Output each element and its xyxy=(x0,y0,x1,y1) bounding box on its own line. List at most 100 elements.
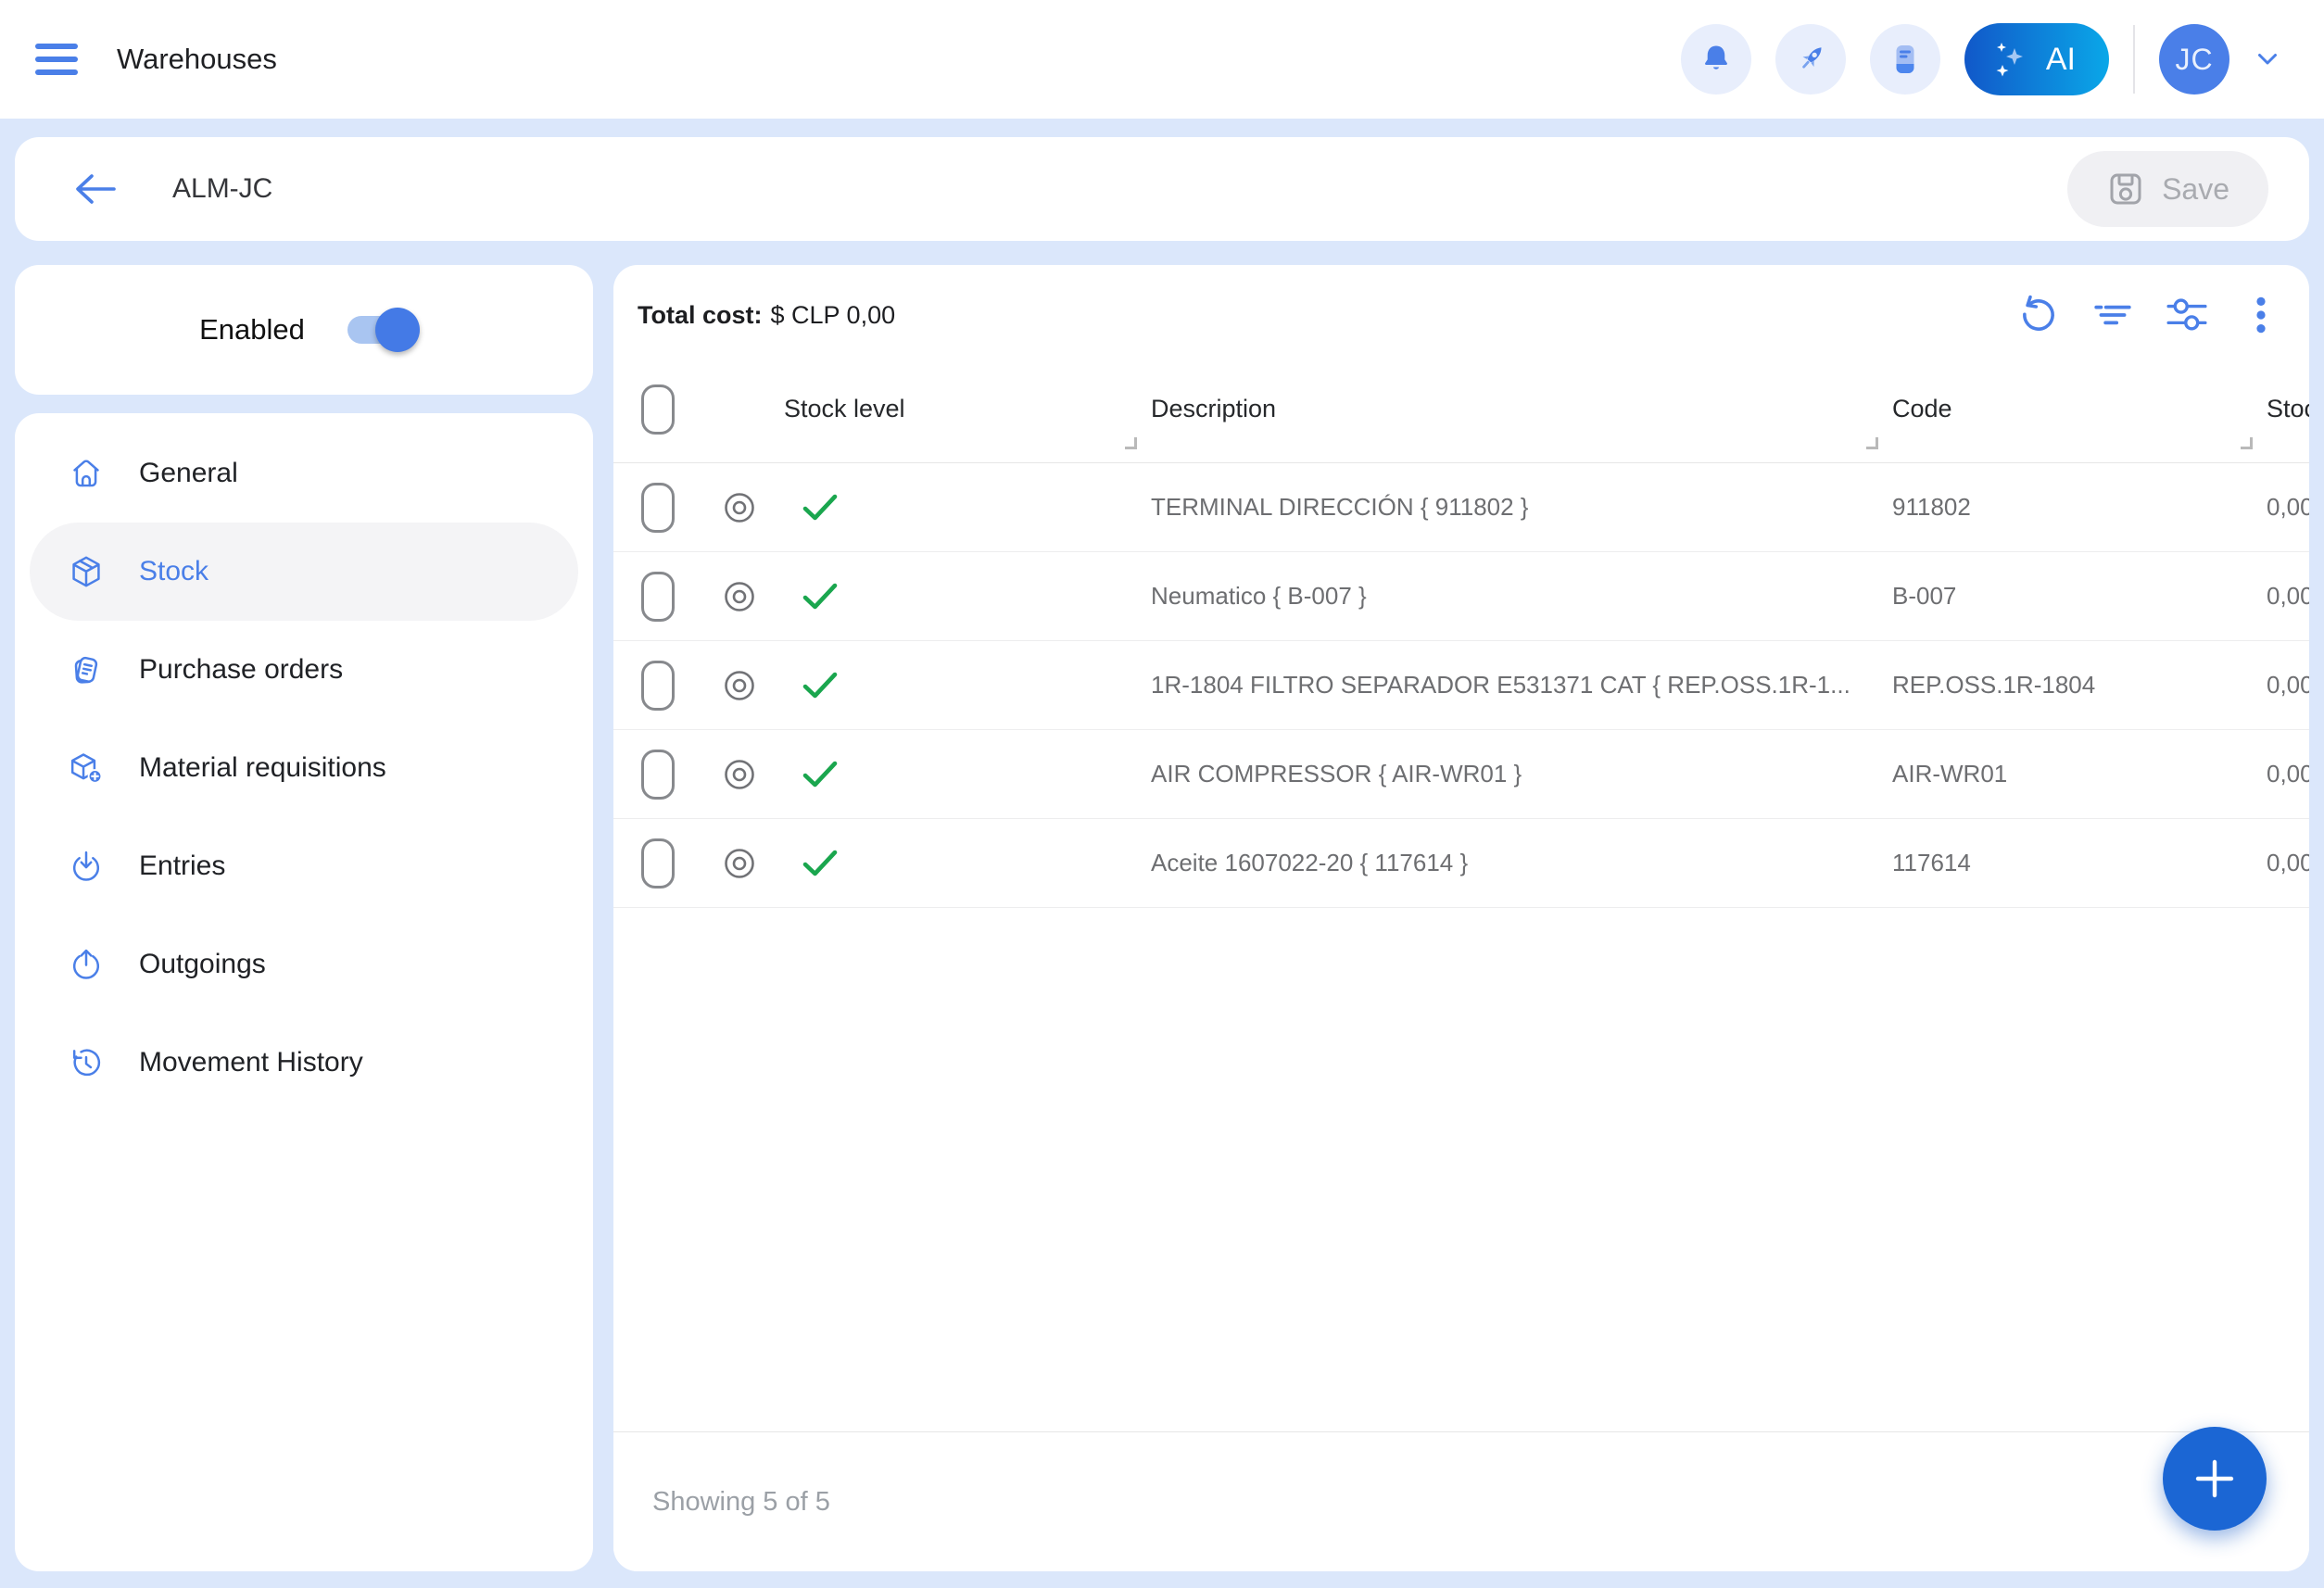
stock-panel: Total cost:$ CLP 0,00 xyxy=(613,265,2309,1571)
row-count: Showing 5 of 5 xyxy=(652,1487,830,1518)
cell-code: AIR-WR01 xyxy=(1892,730,2267,818)
table-row[interactable]: Neumatico { B-007 } B-007 0,00 xyxy=(613,552,2309,641)
save-button[interactable]: Save xyxy=(2067,151,2268,227)
stock-level-ok-icon xyxy=(802,583,838,611)
chevron-down-icon xyxy=(2257,53,2278,66)
cell-description: Neumatico { B-007 } xyxy=(1151,552,1892,640)
save-button-label: Save xyxy=(2162,172,2229,207)
receipt-icon xyxy=(69,652,104,687)
bell-icon xyxy=(1698,41,1735,78)
row-checkbox[interactable] xyxy=(641,661,675,711)
app-title: Warehouses xyxy=(117,43,277,76)
table-header: Stock level Description Code Stock xyxy=(613,356,2309,463)
stock-level-ok-icon xyxy=(802,761,838,788)
sidebar-item-label: Stock xyxy=(139,556,208,587)
column-resize-handle[interactable] xyxy=(2241,437,2253,449)
header-eye-cell xyxy=(706,356,780,462)
column-header-stock-level[interactable]: Stock level xyxy=(780,356,1151,462)
view-icon[interactable] xyxy=(719,665,760,706)
column-resize-handle[interactable] xyxy=(1866,437,1878,449)
view-icon[interactable] xyxy=(719,843,760,884)
arrow-left-icon xyxy=(72,171,119,207)
cell-code: 117614 xyxy=(1892,819,2267,907)
ai-button-label: AI xyxy=(2046,42,2076,78)
menu-icon[interactable] xyxy=(35,44,78,75)
sidebar-item-label: General xyxy=(139,458,238,489)
notebook-icon xyxy=(1885,39,1926,80)
filter-icon xyxy=(2091,294,2134,336)
cell-description: TERMINAL DIRECCIÓN { 911802 } xyxy=(1151,463,1892,551)
ai-assistant-button[interactable]: AI xyxy=(1964,23,2109,95)
sidebar-item-label: Movement History xyxy=(139,1047,363,1078)
cell-stock: 0,00 xyxy=(2267,463,2309,551)
filter-button[interactable] xyxy=(2090,293,2135,337)
page-title: ALM-JC xyxy=(172,173,272,205)
sidebar-item-label: Material requisitions xyxy=(139,752,386,784)
enabled-label: Enabled xyxy=(199,313,305,347)
add-item-button[interactable] xyxy=(2163,1427,2267,1531)
column-header-code[interactable]: Code xyxy=(1892,356,2267,462)
refresh-icon xyxy=(2017,294,2060,336)
select-all-checkbox[interactable] xyxy=(641,384,675,435)
import-icon xyxy=(69,849,104,884)
column-header-description[interactable]: Description xyxy=(1151,356,1892,462)
total-cost: Total cost:$ CLP 0,00 xyxy=(638,301,895,330)
back-button[interactable] xyxy=(72,171,119,207)
plus-icon xyxy=(2191,1455,2239,1503)
stock-toolbar: Total cost:$ CLP 0,00 xyxy=(613,265,2309,356)
cell-code: REP.OSS.1R-1804 xyxy=(1892,641,2267,729)
table-row[interactable]: 1R-1804 FILTRO SEPARADOR E531371 CAT { R… xyxy=(613,641,2309,730)
header-select-cell xyxy=(613,356,706,462)
cell-stock: 0,00 xyxy=(2267,730,2309,818)
view-icon[interactable] xyxy=(719,754,760,795)
sidebar-item-outgoings[interactable]: Outgoings xyxy=(15,915,593,1014)
rocket-icon xyxy=(1791,40,1830,79)
cell-stock: 0,00 xyxy=(2267,819,2309,907)
avatar[interactable]: JC xyxy=(2159,24,2229,95)
table-footer: Showing 5 of 5 xyxy=(613,1431,2309,1571)
sidebar-item-entries[interactable]: Entries xyxy=(15,817,593,915)
cell-code: B-007 xyxy=(1892,552,2267,640)
account-menu-button[interactable] xyxy=(2248,44,2287,75)
table-row[interactable]: Aceite 1607022-20 { 117614 } 117614 0,00 xyxy=(613,819,2309,908)
history-icon xyxy=(69,1045,104,1080)
box-plus-icon xyxy=(69,750,104,786)
sidebar-item-purchase-orders[interactable]: Purchase orders xyxy=(15,621,593,719)
view-icon[interactable] xyxy=(719,576,760,617)
column-settings-button[interactable] xyxy=(2165,293,2209,337)
view-icon[interactable] xyxy=(719,487,760,528)
notifications-button[interactable] xyxy=(1681,24,1751,95)
row-checkbox[interactable] xyxy=(641,750,675,800)
sparkles-icon xyxy=(1990,39,2027,80)
sidebar-item-material-requisitions[interactable]: Material requisitions xyxy=(15,719,593,817)
launch-button[interactable] xyxy=(1775,24,1846,95)
sidebar-menu: General Stock xyxy=(15,413,593,1571)
sidebar-item-label: Purchase orders xyxy=(139,654,343,686)
sidebar-item-movement-history[interactable]: Movement History xyxy=(15,1014,593,1112)
notes-button[interactable] xyxy=(1870,24,1940,95)
refresh-button[interactable] xyxy=(2016,293,2061,337)
cell-stock: 0,00 xyxy=(2267,641,2309,729)
column-resize-handle[interactable] xyxy=(1125,437,1137,449)
stock-level-ok-icon xyxy=(802,494,838,522)
cell-description: 1R-1804 FILTRO SEPARADOR E531371 CAT { R… xyxy=(1151,641,1892,729)
cell-description: AIR COMPRESSOR { AIR-WR01 } xyxy=(1151,730,1892,818)
sidebar: Enabled General xyxy=(15,265,593,1571)
sidebar-item-stock[interactable]: Stock xyxy=(30,523,578,621)
total-cost-value: $ CLP 0,00 xyxy=(771,301,896,329)
topbar-divider xyxy=(2133,25,2135,94)
column-header-stock[interactable]: Stock xyxy=(2267,356,2309,462)
sidebar-item-general[interactable]: General xyxy=(15,424,593,523)
more-options-button[interactable] xyxy=(2239,293,2283,337)
row-checkbox[interactable] xyxy=(641,483,675,533)
enabled-toggle[interactable] xyxy=(347,316,409,344)
content: Enabled General xyxy=(15,265,2309,1571)
cell-code: 911802 xyxy=(1892,463,2267,551)
sidebar-item-label: Entries xyxy=(139,851,225,882)
enabled-card: Enabled xyxy=(15,265,593,395)
table-row[interactable]: AIR COMPRESSOR { AIR-WR01 } AIR-WR01 0,0… xyxy=(613,730,2309,819)
top-bar: Warehouses xyxy=(0,0,2324,119)
row-checkbox[interactable] xyxy=(641,838,675,889)
table-row[interactable]: TERMINAL DIRECCIÓN { 911802 } 911802 0,0… xyxy=(613,463,2309,552)
row-checkbox[interactable] xyxy=(641,572,675,622)
